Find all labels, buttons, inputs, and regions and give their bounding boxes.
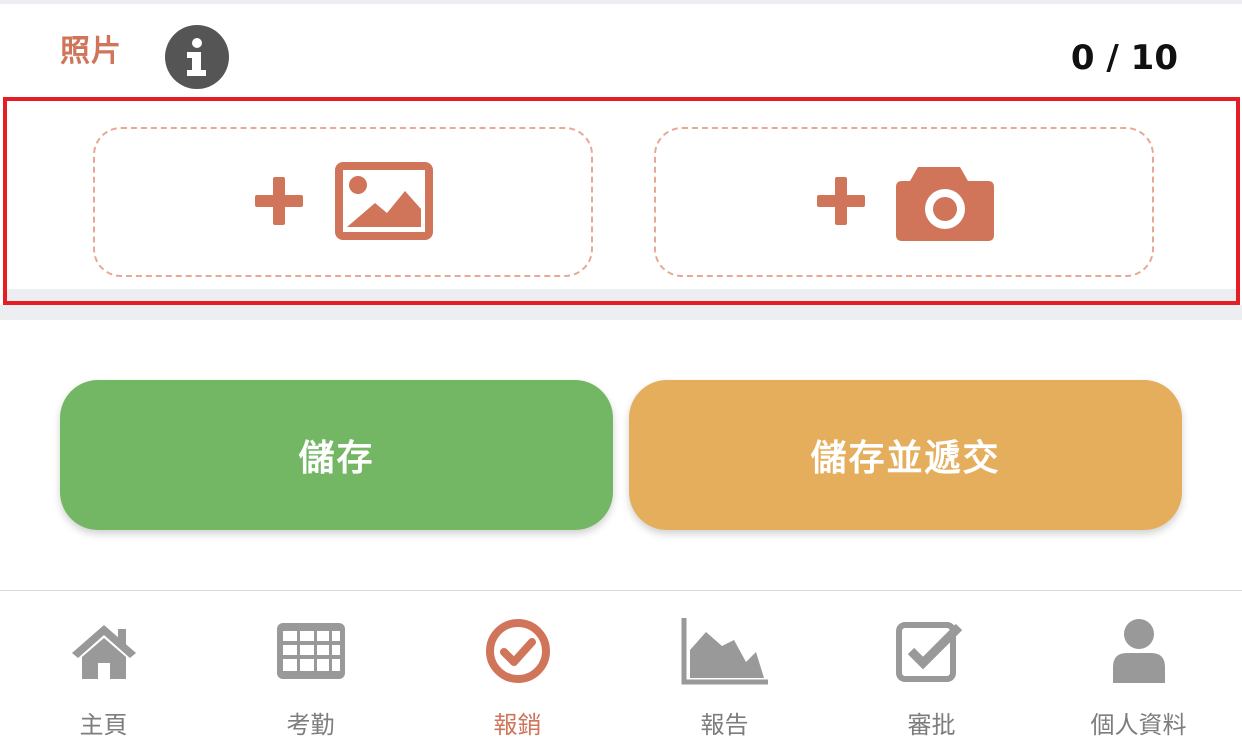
photo-section-header: 照片 0 / 10 (0, 4, 1242, 96)
plus-icon (817, 177, 865, 225)
camera-icon (896, 167, 994, 241)
photo-upload-area (3, 97, 1240, 305)
save-button[interactable]: 儲存 (60, 380, 613, 530)
tab-attendance[interactable]: 考勤 (207, 591, 414, 737)
tab-label: 個人資料 (1090, 711, 1187, 737)
add-from-gallery-button[interactable] (93, 127, 593, 277)
plus-icon (255, 177, 303, 225)
upload-area-bottom-band (7, 289, 1236, 301)
save-and-submit-button[interactable]: 儲存並遞交 (629, 380, 1182, 530)
image-icon (335, 162, 433, 240)
tab-reports[interactable]: 報告 (621, 591, 828, 737)
tab-label: 主頁 (79, 711, 128, 737)
info-icon[interactable] (165, 25, 229, 89)
area-chart-icon (675, 613, 775, 689)
calendar-grid-icon (261, 613, 361, 689)
tab-label: 審批 (907, 711, 956, 737)
check-circle-icon (468, 613, 568, 689)
checkbox-icon (882, 613, 982, 689)
section-separator (0, 305, 1242, 320)
tab-label: 報告 (700, 711, 749, 737)
take-photo-button[interactable] (654, 127, 1154, 277)
photo-section-title: 照片 (60, 34, 122, 69)
tab-home[interactable]: 主頁 (0, 591, 207, 737)
tab-profile[interactable]: 個人資料 (1035, 591, 1242, 737)
tab-label: 報銷 (493, 711, 542, 737)
tab-approval[interactable]: 審批 (828, 591, 1035, 737)
tab-label: 考勤 (286, 711, 335, 737)
bottom-tab-bar: 主頁 考勤 報銷 報告 審批 個人資料 (0, 590, 1242, 737)
photo-counter: 0 / 10 (1070, 38, 1178, 78)
home-icon (54, 613, 154, 689)
tab-expense[interactable]: 報銷 (414, 591, 621, 737)
user-icon (1089, 613, 1189, 689)
